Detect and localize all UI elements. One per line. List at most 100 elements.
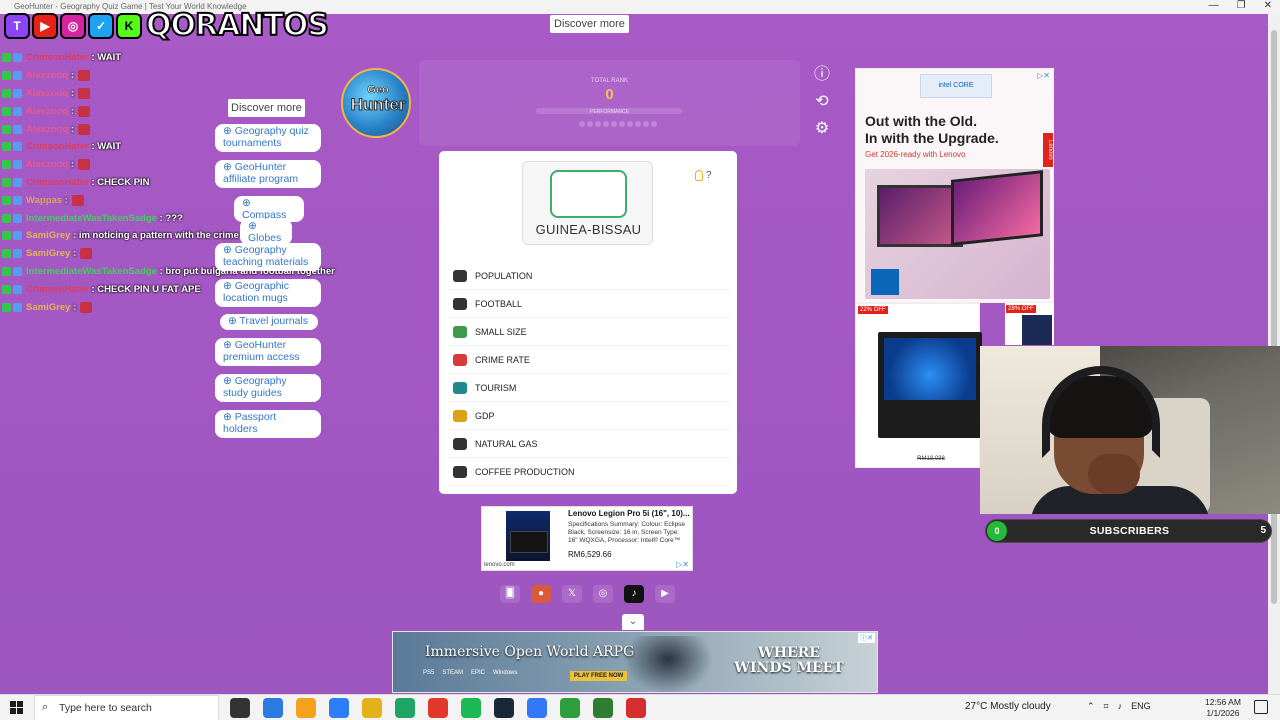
- weather-widget[interactable]: 27°C Mostly cloudy: [965, 701, 1051, 712]
- notification-icon[interactable]: [1254, 700, 1268, 714]
- taskbar-app-icon[interactable]: [527, 698, 547, 718]
- lenovo-product-ad-2[interactable]: 28% OFF: [1005, 303, 1054, 345]
- discover-link[interactable]: ⊕ GeoHunter premium access: [215, 338, 321, 366]
- clock[interactable]: 12:56 AM 1/1/2026: [1205, 697, 1241, 719]
- maximize-button[interactable]: ❐: [1237, 0, 1246, 11]
- scrollbar-thumb[interactable]: [1271, 30, 1277, 604]
- adchoices-icon[interactable]: ▷✕: [676, 560, 689, 569]
- ad-description: Specifications Summary: Colour: Eclipse …: [568, 521, 686, 544]
- x-icon[interactable]: 𝕏: [562, 585, 582, 603]
- subscriber-goal: 5: [1260, 525, 1266, 536]
- close-window-button[interactable]: ✕: [1264, 0, 1272, 11]
- badge-icon: [13, 231, 22, 241]
- kick-icon: K: [116, 12, 142, 39]
- lenovo-display-ad[interactable]: intel CORE ▷✕ Out with the Old. In with t…: [855, 68, 1054, 303]
- performance-label: PERFORMANCE: [590, 109, 629, 115]
- lenovo-text-ad[interactable]: Lenovo Legion Pro 5i (16", 10)... Specif…: [481, 506, 693, 571]
- discover-link[interactable]: ⊕ Globes: [240, 219, 292, 245]
- discover-more-side[interactable]: Discover more: [228, 99, 305, 117]
- chat-username: IntermediateWasTakenSadge: [26, 212, 157, 224]
- category-label: TOURISM: [475, 382, 517, 393]
- taskbar-app-icon[interactable]: [296, 698, 316, 718]
- info-icon[interactable]: ⓘ: [812, 66, 832, 84]
- discover-link[interactable]: ⊕ GeoHunter affiliate program: [215, 160, 321, 188]
- play-free-button[interactable]: PLAY FREE NOW: [570, 671, 628, 681]
- taskbar-app-icon[interactable]: [494, 698, 514, 718]
- lenovo-product-ad[interactable]: 22% OFF RM18,038: [855, 303, 982, 468]
- category-label: CRIME RATE: [475, 354, 530, 365]
- game-banner-ad[interactable]: Immersive Open World ARPG PS5 STEAM EPIC Wi…: [392, 631, 878, 693]
- gas-icon: [453, 437, 467, 450]
- patreon-icon[interactable]: 🂠: [500, 585, 520, 603]
- chat-text: :: [68, 159, 75, 171]
- start-button[interactable]: [10, 701, 23, 714]
- tiktok-icon[interactable]: ♪: [624, 585, 644, 603]
- volume-icon[interactable]: ♪: [1118, 701, 1123, 712]
- emote-icon: [78, 87, 91, 99]
- discover-link[interactable]: ⊕ Geography teaching materials: [215, 243, 321, 271]
- taskbar-app-icon[interactable]: [362, 698, 382, 718]
- lenovo-tab: Lenovo: [1043, 133, 1053, 167]
- ad-url[interactable]: lenovo.com: [484, 562, 515, 568]
- tray-chevron-icon[interactable]: ⌃: [1087, 701, 1095, 712]
- taskbar-app-icon[interactable]: [230, 698, 250, 718]
- category-option[interactable]: POPULATION: [448, 262, 730, 290]
- badge-icon: [13, 249, 22, 259]
- category-option[interactable]: SMALL SIZE: [448, 318, 730, 346]
- badge-icon: [2, 195, 11, 205]
- banner-headline: Immersive Open World ARPG: [425, 644, 635, 660]
- category-option[interactable]: FOOTBALL: [448, 290, 730, 318]
- badge-icon: [2, 71, 11, 81]
- category-option[interactable]: GDP: [448, 402, 730, 430]
- badge-icon: [13, 53, 22, 63]
- intel-badge: [871, 269, 899, 295]
- category-option[interactable]: CRIME RATE: [448, 346, 730, 374]
- taskbar-search[interactable]: ⌕ Type here to search: [34, 695, 219, 720]
- taskbar-app-icon[interactable]: [428, 698, 448, 718]
- taskbar-app-icon[interactable]: [263, 698, 283, 718]
- taskbar-app-icon[interactable]: [329, 698, 349, 718]
- taskbar-app-icon[interactable]: [461, 698, 481, 718]
- ad-price: RM6,529.66: [568, 550, 612, 559]
- discover-more-top[interactable]: Discover more: [550, 15, 629, 33]
- discover-link[interactable]: ⊕ Geographic location mugs: [215, 279, 321, 307]
- category-option[interactable]: NATURAL GAS: [448, 430, 730, 458]
- streamer-name: QORANTOS: [145, 7, 330, 44]
- language-indicator[interactable]: ENG: [1131, 701, 1151, 712]
- discover-link[interactable]: ⊕ Geography quiz tournaments: [215, 124, 321, 152]
- network-icon[interactable]: ⌗: [1104, 701, 1109, 712]
- category-label: GDP: [475, 410, 495, 421]
- chat-message: CrimsonHater : WAIT: [2, 49, 342, 67]
- taskbar-app-icon[interactable]: [395, 698, 415, 718]
- badge-icon: [2, 177, 11, 187]
- minimize-button[interactable]: —: [1209, 0, 1219, 11]
- taskbar-app-icon[interactable]: [560, 698, 580, 718]
- geohunter-logo[interactable]: Geo Hunter: [341, 68, 411, 138]
- chat-username: Alexzooq: [26, 87, 69, 99]
- badge-icon: [2, 231, 11, 241]
- hint-button[interactable]: ?: [695, 170, 712, 181]
- banner-character: [623, 636, 713, 692]
- instagram-icon[interactable]: ◎: [593, 585, 613, 603]
- category-option[interactable]: TOURISM: [448, 374, 730, 402]
- settings-icon[interactable]: ⚙: [812, 120, 832, 138]
- category-option[interactable]: COFFEE PRODUCTION: [448, 458, 730, 486]
- discover-link[interactable]: ⊕ Travel journals: [220, 314, 318, 330]
- subscriber-goal-bar: 0 SUBSCRIBERS 5: [985, 519, 1272, 543]
- badge-icon: [13, 124, 22, 134]
- country-flag-box: GUINEA-BISSAU: [522, 161, 653, 245]
- refresh-icon[interactable]: ⟲: [812, 93, 832, 111]
- discover-link[interactable]: ⊕ Geography study guides: [215, 374, 321, 402]
- discover-link[interactable]: ⊕ Passport holders: [215, 410, 321, 438]
- chat-username: CrimsonHater: [26, 141, 89, 153]
- taskbar-app-icon[interactable]: [626, 698, 646, 718]
- emote-icon: [78, 70, 91, 82]
- adchoices-icon[interactable]: ▷✕: [1037, 71, 1050, 80]
- ad-title[interactable]: Lenovo Legion Pro 5i (16", 10)...: [568, 509, 690, 518]
- chevron-down-icon[interactable]: ⌄: [622, 614, 644, 630]
- youtube-icon: ▶: [32, 12, 58, 39]
- adchoices-icon[interactable]: ⓘ✕: [858, 633, 875, 643]
- taskbar-app-icon[interactable]: [593, 698, 613, 718]
- youtube-icon[interactable]: ▶: [655, 585, 675, 603]
- reddit-icon[interactable]: ●: [531, 585, 551, 603]
